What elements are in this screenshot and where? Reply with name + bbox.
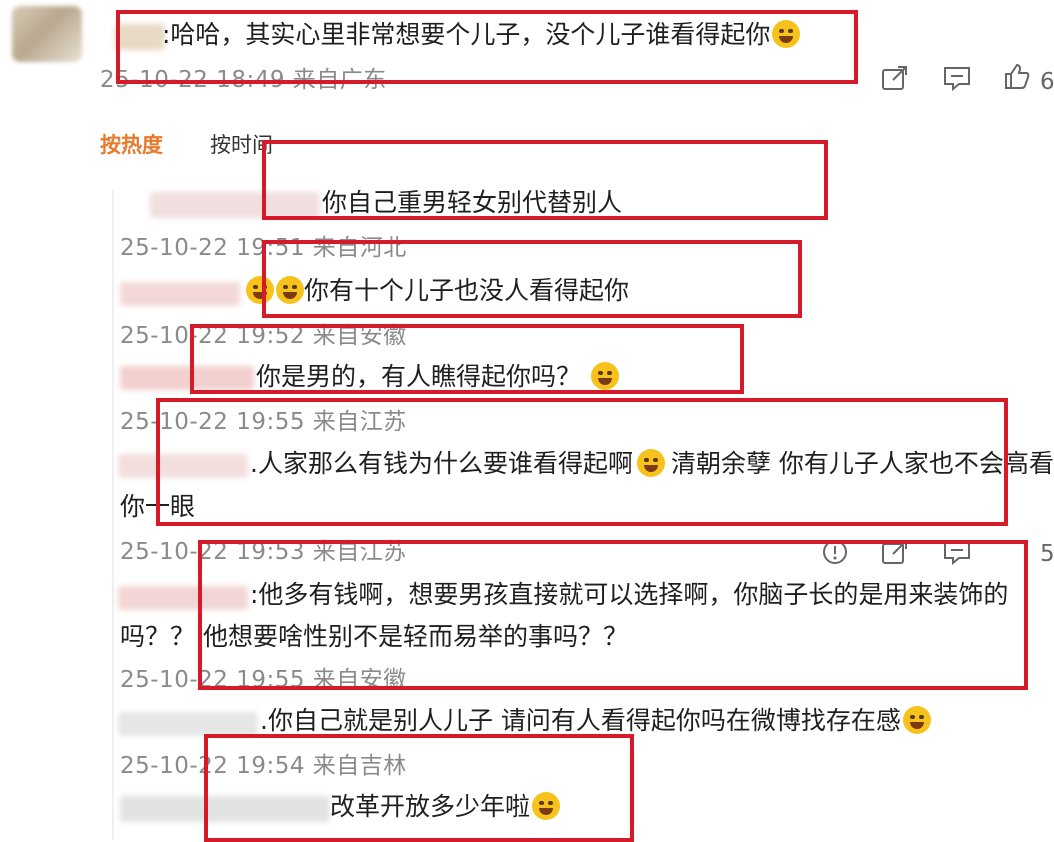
commenter-avatar[interactable] bbox=[12, 6, 82, 62]
comment-icon[interactable] bbox=[942, 64, 972, 92]
highlight-box bbox=[262, 140, 828, 220]
grinning-emoji-icon bbox=[902, 706, 931, 734]
highlight-box bbox=[262, 240, 802, 318]
highlight-box bbox=[198, 540, 1028, 690]
reply-thread-line bbox=[112, 190, 114, 840]
tab-sort-hot[interactable]: 按热度 bbox=[100, 132, 163, 158]
reply-author-blurred bbox=[118, 712, 258, 736]
highlight-box bbox=[190, 324, 744, 394]
share-icon[interactable] bbox=[880, 64, 910, 92]
highlight-box bbox=[116, 10, 858, 84]
reply-text: .你自己就是别人儿子 请问有人看得起你吗在微博找存在感 bbox=[260, 706, 931, 736]
reply-author-blurred bbox=[120, 282, 240, 306]
thumbs-up-icon[interactable] bbox=[1002, 62, 1032, 90]
highlight-box bbox=[156, 398, 1008, 526]
like-count-partial: 5 bbox=[1040, 541, 1054, 567]
highlight-box bbox=[204, 734, 634, 842]
like-count-partial: 6 bbox=[1040, 69, 1054, 95]
